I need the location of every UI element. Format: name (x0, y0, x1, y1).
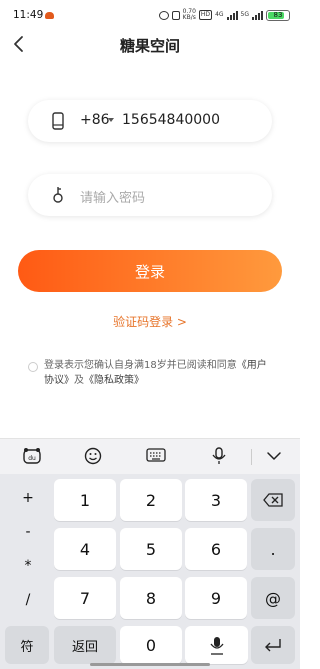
country-dropdown-icon[interactable] (108, 118, 114, 122)
emoji-icon[interactable] (84, 447, 102, 465)
back-key[interactable]: 返回 (54, 626, 116, 664)
key-3[interactable]: 3 (185, 479, 247, 521)
battery-icon: 83 (266, 9, 290, 21)
net-speed: 0.70 KB/s (183, 9, 196, 21)
status-bar: 11:49 0.70 KB/s HD 4G 5G 83 (0, 0, 300, 30)
enter-key[interactable] (251, 626, 295, 664)
agreement-text: 登录表示您确认自身满18岁并已阅读和同意 (44, 360, 237, 371)
backspace-key[interactable] (251, 479, 295, 521)
hd-badge: HD (198, 10, 213, 20)
agreement: 登录表示您确认自身满18岁并已阅读和同意《用户协议》及《隐私政策》 (28, 358, 276, 388)
key-divide[interactable]: / (13, 592, 43, 608)
signal-icon (226, 10, 238, 20)
key-8[interactable]: 8 (120, 577, 182, 619)
status-time: 11:49 (13, 9, 44, 21)
password-field[interactable]: 请输入密码 (28, 174, 272, 216)
phone-icon (52, 112, 64, 130)
numeric-keyboard: + - * / .c1 { left:54px !important; widt… (0, 474, 300, 669)
battery-level: 83 (273, 10, 283, 19)
network-5g: 5G (240, 11, 249, 18)
net-speed-unit: KB/s (182, 14, 196, 21)
network-4g: 4G (215, 11, 224, 18)
keyboard-layout-icon[interactable] (146, 447, 166, 463)
key-0[interactable]: 0 (120, 626, 182, 664)
agreement-and: 及 (74, 375, 84, 386)
code-login-link[interactable]: 验证码登录 > (0, 313, 300, 330)
key-9[interactable]: 9 (185, 577, 247, 619)
key-icon (53, 187, 63, 203)
phone-number-input[interactable]: 15654840000 (122, 112, 220, 128)
key-minus[interactable]: - (13, 524, 43, 540)
voice-space-icon (209, 637, 224, 655)
key-dot[interactable]: . (251, 528, 295, 570)
status-indicators: 0.70 KB/s HD 4G 5G 83 (158, 9, 290, 21)
password-input[interactable]: 请输入密码 (80, 187, 145, 206)
key-2[interactable]: 2 (120, 479, 182, 521)
notification-icon (45, 12, 54, 19)
enter-icon (265, 639, 281, 652)
key-7[interactable]: 7 (54, 577, 116, 619)
vibrate-icon (171, 10, 180, 20)
key-5[interactable]: 5 (120, 528, 182, 570)
alarm-icon (158, 10, 169, 20)
header: 糖果空间 (0, 30, 300, 60)
key-plus[interactable]: + (13, 490, 43, 506)
space-voice-key[interactable] (185, 626, 248, 664)
toolbar-divider (251, 449, 252, 465)
keyboard-logo-icon[interactable]: du (22, 447, 42, 465)
keyboard-toolbar: du (0, 438, 300, 474)
key-6[interactable]: 6 (185, 528, 247, 570)
key-1[interactable]: 1 (54, 479, 116, 521)
signal-icon-2 (252, 10, 263, 20)
phone-field[interactable]: +86 15654840000 (28, 100, 272, 142)
svg-text:du: du (28, 455, 36, 462)
agreement-checkbox[interactable] (28, 362, 38, 372)
key-at[interactable]: @ (251, 577, 295, 619)
key-4[interactable]: 4 (54, 528, 116, 570)
page-title: 糖果空间 (119, 37, 180, 55)
home-indicator[interactable] (90, 663, 210, 666)
backspace-icon (263, 493, 283, 507)
login-button[interactable]: 登录 (18, 250, 282, 292)
collapse-keyboard-icon[interactable] (266, 451, 282, 461)
country-code[interactable]: +86 (80, 112, 110, 128)
key-multiply[interactable]: * (13, 558, 43, 574)
microphone-icon[interactable] (211, 447, 227, 465)
symbols-key[interactable]: 符 (5, 626, 49, 664)
privacy-policy-link[interactable]: 《隐私政策》 (84, 375, 144, 386)
